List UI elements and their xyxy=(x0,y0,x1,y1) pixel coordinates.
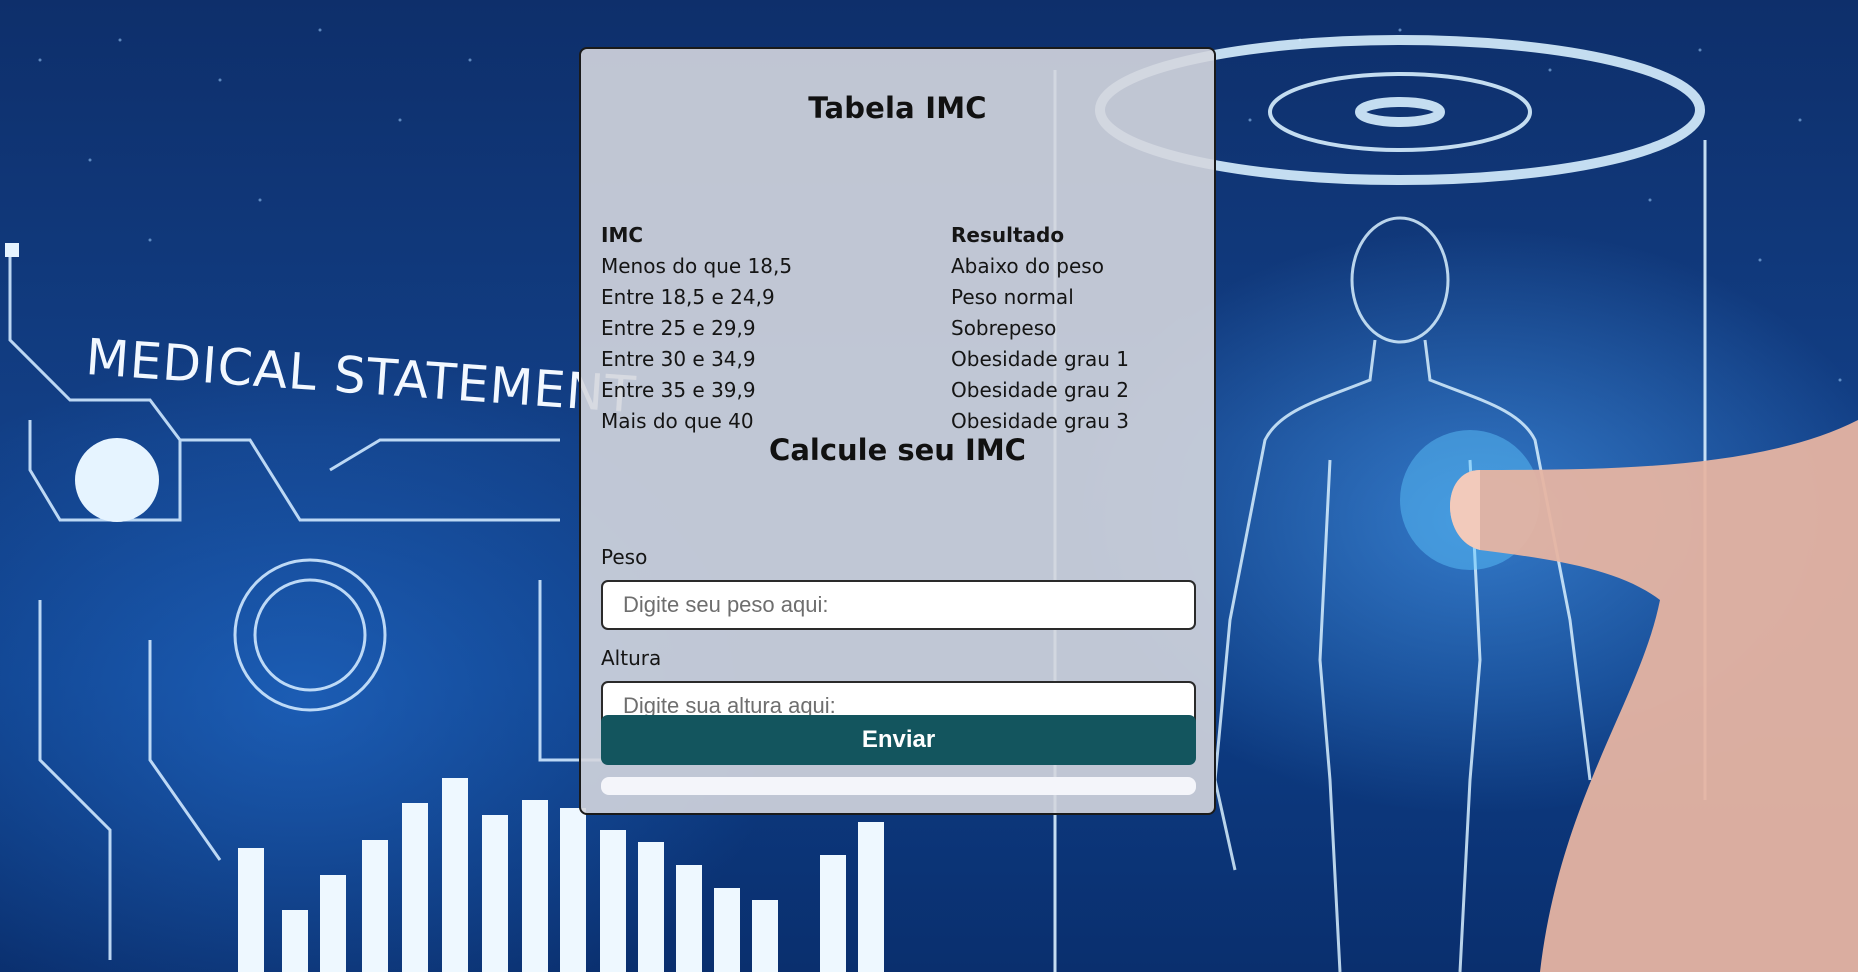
table-cell-imc: Entre 35 e 39,9 xyxy=(601,377,756,402)
peso-label: Peso xyxy=(601,545,648,569)
imc-table: IMC Resultado Menos do que 18,5 Abaixo d… xyxy=(601,219,1201,436)
table-cell-resultado: Abaixo do peso xyxy=(951,253,1104,278)
table-header-row: IMC Resultado xyxy=(601,219,1201,250)
table-row: Mais do que 40 Obesidade grau 3 xyxy=(601,405,1201,436)
page-title: Tabela IMC xyxy=(808,91,987,125)
result-box xyxy=(601,777,1196,795)
form-title: Calcule seu IMC xyxy=(769,433,1026,467)
table-cell-resultado: Obesidade grau 3 xyxy=(951,408,1129,433)
column-header-resultado: Resultado xyxy=(951,222,1065,247)
submit-button[interactable]: Enviar xyxy=(601,715,1196,765)
table-cell-imc: Mais do que 40 xyxy=(601,408,754,433)
column-header-imc: IMC xyxy=(601,222,644,247)
table-row: Entre 25 e 29,9 Sobrepeso xyxy=(601,312,1201,343)
table-cell-imc: Entre 25 e 29,9 xyxy=(601,315,756,340)
table-cell-imc: Entre 30 e 34,9 xyxy=(601,346,756,371)
table-row: Entre 18,5 e 24,9 Peso normal xyxy=(601,281,1201,312)
table-row: Menos do que 18,5 Abaixo do peso xyxy=(601,250,1201,281)
table-cell-resultado: Obesidade grau 1 xyxy=(951,346,1129,371)
table-cell-resultado: Sobrepeso xyxy=(951,315,1057,340)
table-cell-imc: Menos do que 18,5 xyxy=(601,253,793,278)
table-cell-resultado: Obesidade grau 2 xyxy=(951,377,1129,402)
imc-card: Tabela IMC IMC Resultado Menos do que 18… xyxy=(579,47,1216,815)
table-cell-imc: Entre 18,5 e 24,9 xyxy=(601,284,775,309)
table-cell-resultado: Peso normal xyxy=(951,284,1074,309)
table-row: Entre 35 e 39,9 Obesidade grau 2 xyxy=(601,374,1201,405)
peso-input[interactable] xyxy=(601,580,1196,630)
table-row: Entre 30 e 34,9 Obesidade grau 1 xyxy=(601,343,1201,374)
altura-label: Altura xyxy=(601,646,662,670)
